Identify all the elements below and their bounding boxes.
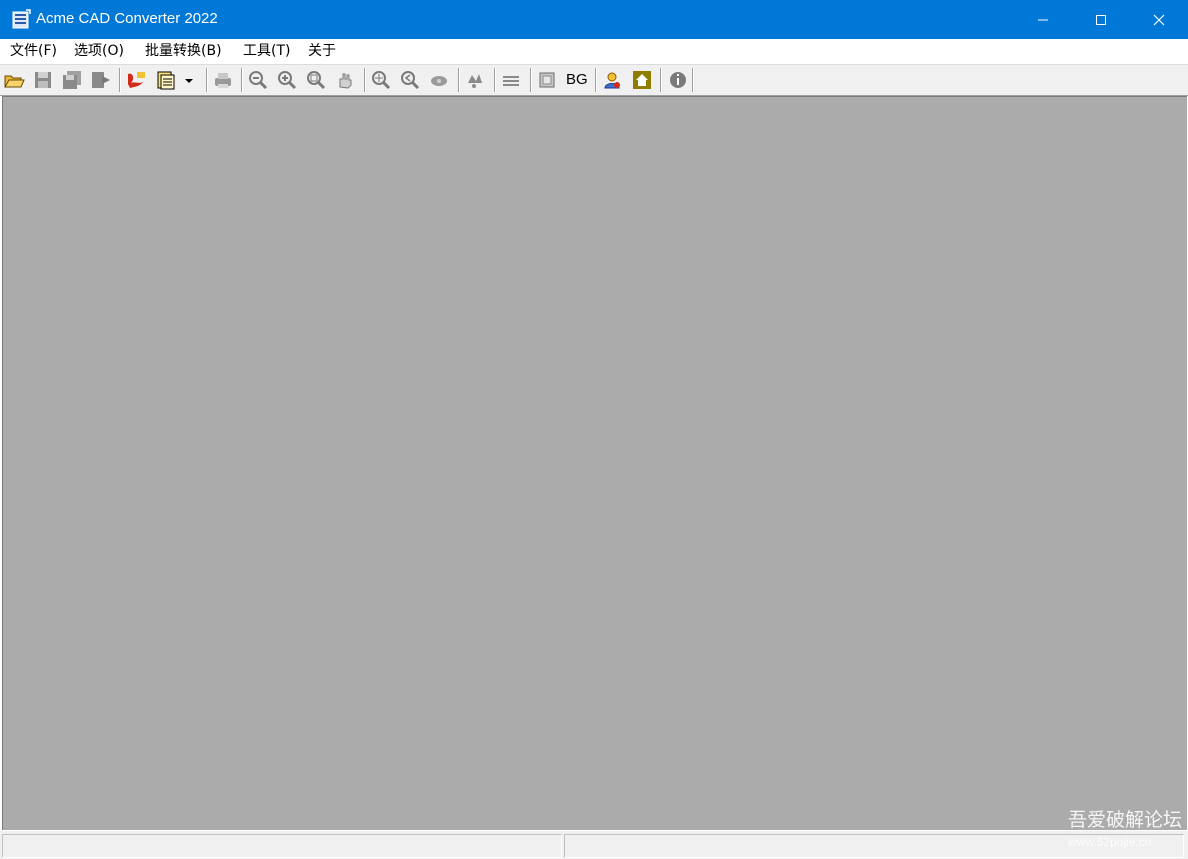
toolbar-separator: [692, 68, 694, 92]
menu-about[interactable]: 关于: [306, 42, 338, 61]
status-pane-main: [2, 834, 562, 858]
toolbar-separator: [458, 68, 460, 92]
zoom-extents-icon[interactable]: [370, 69, 392, 91]
toolbar-separator: [241, 68, 243, 92]
about-info-icon[interactable]: [667, 69, 689, 91]
drawing-workspace[interactable]: [2, 96, 1187, 830]
view-icon[interactable]: [428, 69, 450, 91]
maximize-icon: [1096, 14, 1106, 25]
export-icon[interactable]: [90, 69, 112, 91]
pan-icon[interactable]: [334, 69, 356, 91]
save-icon[interactable]: [32, 69, 54, 91]
zoom-in-icon[interactable]: [276, 69, 298, 91]
home-icon[interactable]: [631, 69, 653, 91]
menu-bar: 文件(F) 选项(O) 批量转换(B) 工具(T) 关于: [0, 39, 1188, 65]
menu-file[interactable]: 文件(F): [8, 42, 59, 61]
window-title: Acme CAD Converter 2022: [36, 10, 218, 27]
cad-to-pdf-icon[interactable]: [125, 69, 147, 91]
toolbar: [0, 65, 1188, 96]
background-icon[interactable]: [536, 69, 558, 91]
dropdown-arrow-icon[interactable]: [181, 69, 197, 91]
watermark-text: 吾爱破解论坛: [1068, 809, 1183, 831]
toolbar-separator: [595, 68, 597, 92]
toolbar-separator: [364, 68, 366, 92]
background-toggle-button[interactable]: BG: [566, 70, 588, 90]
menu-tools[interactable]: 工具(T): [241, 42, 292, 61]
user-help-icon[interactable]: [601, 69, 623, 91]
app-icon[interactable]: [10, 8, 32, 30]
maximize-button[interactable]: [1072, 0, 1130, 39]
menu-batch-convert[interactable]: 批量转换(B): [143, 42, 224, 61]
watermark-url: www.52pojie.cn: [1068, 835, 1152, 849]
minimize-button[interactable]: [1014, 0, 1072, 39]
open-folder-icon[interactable]: [3, 69, 25, 91]
status-bar: [0, 830, 1188, 859]
minimize-icon: [1038, 19, 1048, 20]
close-icon: [1153, 14, 1165, 25]
toolbar-separator: [494, 68, 496, 92]
print-icon[interactable]: [212, 69, 234, 91]
close-button[interactable]: [1130, 0, 1188, 39]
batch-convert-icon[interactable]: [155, 69, 177, 91]
toolbar-separator: [530, 68, 532, 92]
toolbar-separator: [119, 68, 121, 92]
layers-icon[interactable]: [464, 69, 486, 91]
menu-options[interactable]: 选项(O): [72, 42, 126, 61]
toolbar-separator: [660, 68, 662, 92]
save-as-icon[interactable]: [61, 69, 83, 91]
zoom-out-icon[interactable]: [247, 69, 269, 91]
zoom-previous-icon[interactable]: [399, 69, 421, 91]
title-bar[interactable]: Acme CAD Converter 2022: [0, 0, 1188, 39]
layer-list-icon[interactable]: [500, 69, 522, 91]
zoom-window-icon[interactable]: [305, 69, 327, 91]
toolbar-separator: [206, 68, 208, 92]
